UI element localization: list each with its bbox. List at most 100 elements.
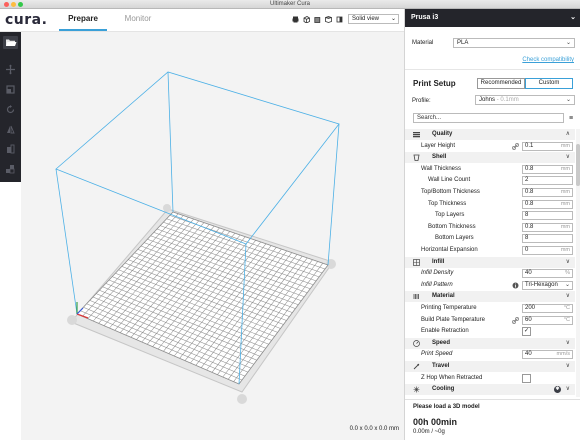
category-label: Material <box>432 293 455 300</box>
setting-value-input[interactable]: 0 mm <box>522 246 573 255</box>
setting-unit: mm <box>560 223 570 230</box>
load-model-message: Please load a 3D model <box>413 404 480 410</box>
category-travel[interactable]: Travel ∨ <box>405 361 575 372</box>
setting-label: Infill Density <box>421 270 454 277</box>
setting-unit: °C <box>563 316 570 323</box>
setting-value: 0.8 <box>525 200 534 207</box>
scrollbar-thumb[interactable] <box>576 144 580 186</box>
category-label: Cooling <box>432 386 455 393</box>
setting-value-input[interactable]: 40 mm/s <box>522 350 573 360</box>
category-cooling[interactable]: Cooling ✱ ∨ <box>405 384 575 396</box>
printer-selector[interactable]: Prusa i3 ⌄ <box>405 9 580 27</box>
setting-value-input[interactable]: 0.1 mm <box>522 141 573 151</box>
setting-label: Bottom Layers <box>435 235 474 242</box>
view-side-icon[interactable] <box>336 16 343 23</box>
tab-prepare[interactable]: Prepare <box>59 9 107 31</box>
setting-value-input[interactable]: 0.8 mm <box>522 222 573 232</box>
printer-icon[interactable] <box>292 16 299 23</box>
settings-search-input[interactable]: Search... <box>413 113 564 123</box>
profile-select[interactable]: Johns - 0.1mm ⌄ <box>475 95 575 105</box>
support-blocker-button[interactable] <box>3 163 18 176</box>
setting-label: Layer Height <box>421 142 456 149</box>
setting-unit: mm <box>560 142 570 149</box>
move-icon <box>6 64 15 75</box>
cura-logo: cura. <box>5 12 48 28</box>
setting-label: Build Plate Temperature <box>421 316 485 323</box>
open-file-button[interactable] <box>3 36 18 49</box>
setting-value: 40 <box>525 270 532 277</box>
setting-checkbox[interactable]: ✓ <box>522 327 531 337</box>
chevron-down-icon: ⌄ <box>564 281 570 288</box>
scale-tool-button[interactable] <box>3 83 18 96</box>
setting-enable-retraction: Enable Retraction ✓ <box>405 326 575 337</box>
settings-visibility-badge[interactable]: ✱ <box>554 386 561 394</box>
setting-label: Wall Thickness <box>421 165 462 172</box>
category-label: Travel <box>432 363 450 369</box>
chevron-icon: ∨ <box>565 293 570 300</box>
category-shell[interactable]: Shell ∨ <box>405 152 575 164</box>
setting-value: 8 <box>525 235 529 242</box>
infill-icon <box>413 258 420 266</box>
setting-value-input[interactable]: 0.8 mm <box>522 164 573 174</box>
setting-checkbox[interactable] <box>522 373 531 383</box>
setting-value-input[interactable]: 0.8 mm <box>522 188 573 197</box>
settings-scrollbar[interactable] <box>576 129 580 397</box>
setting-value-input[interactable]: 2 <box>522 176 573 186</box>
custom-mode-button[interactable]: Custom <box>525 78 573 89</box>
mirror-tool-button[interactable] <box>3 123 18 136</box>
setting-value-input[interactable]: 200 °C <box>522 304 573 313</box>
setting-label: Top/Bottom Thickness <box>421 189 480 195</box>
setting-top-bottom-thickness: Top/Bottom Thickness 0.8 mm <box>405 187 575 198</box>
chevron-icon: ∨ <box>565 258 570 265</box>
setting-infill-pattern: Infill Pattern Tri-Hexagon ⌄ <box>405 280 575 291</box>
category-quality[interactable]: Quality ∧ <box>405 129 575 140</box>
setting-label: Bottom Thickness <box>428 223 476 230</box>
setting-label: Z Hop When Retracted <box>421 374 483 381</box>
view-top-icon[interactable] <box>325 16 332 23</box>
category-label: Speed <box>432 339 451 346</box>
setting-value: 0 <box>525 247 529 253</box>
setting-unit: mm <box>560 247 570 253</box>
tab-monitor[interactable]: Monitor <box>112 9 164 31</box>
link-icon <box>512 316 519 324</box>
rotate-tool-button[interactable] <box>3 103 18 116</box>
setting-value-input[interactable]: 60 °C <box>522 315 573 325</box>
chevron-icon: ∨ <box>565 386 570 393</box>
move-tool-button[interactable] <box>3 63 18 76</box>
menu-icon[interactable]: ≡ <box>569 115 573 122</box>
material-select[interactable]: PLA ⌄ <box>453 38 575 48</box>
setting-value-input[interactable]: 8 <box>522 211 573 221</box>
model-dimensions: 0.0 x 0.0 x 0.0 mm <box>349 426 399 432</box>
chevron-icon: ∨ <box>565 363 570 369</box>
setting-value-input[interactable]: Tri-Hexagon ⌄ <box>522 280 573 290</box>
3d-viewport[interactable]: 0.0 x 0.0 x 0.0 mm <box>21 32 404 440</box>
setting-value-input[interactable]: 0.8 mm <box>522 199 573 209</box>
view-mode-value: Solid view <box>352 16 380 22</box>
setting-value-input[interactable]: 40% <box>522 269 573 279</box>
per-model-settings-button[interactable] <box>3 143 18 156</box>
view-front-icon[interactable] <box>314 16 321 23</box>
setting-printing-temperature: Printing Temperature 200 °C <box>405 303 575 314</box>
category-material[interactable]: Material ∨ <box>405 291 575 303</box>
setting-label: Horizontal Expansion <box>421 247 478 253</box>
setting-value-input[interactable]: 8 <box>522 234 573 244</box>
settings-panel: Prusa i3 ⌄ Material PLA ⌄ Check compatib… <box>404 9 580 440</box>
category-infill[interactable]: Infill ∨ <box>405 256 575 268</box>
setting-value: 40 <box>525 351 532 358</box>
category-label: Quality <box>432 131 453 137</box>
chevron-icon: ∨ <box>565 339 570 346</box>
view-3d-icon[interactable] <box>303 16 310 23</box>
recommended-mode-button[interactable]: Recommended <box>477 78 525 89</box>
chevron-icon: ∧ <box>565 131 570 137</box>
category-speed[interactable]: Speed ∨ <box>405 337 575 349</box>
category-label: Infill <box>432 258 445 265</box>
setting-value: 0.8 <box>525 165 534 172</box>
quality-icon <box>413 132 420 138</box>
mirror-icon <box>7 125 15 134</box>
chevron-down-icon: ⌄ <box>390 16 396 22</box>
setting-value: Tri-Hexagon <box>525 281 558 288</box>
info-icon[interactable] <box>512 282 519 289</box>
view-mode-select[interactable]: Solid view ⌄ <box>348 14 399 24</box>
material-icon <box>413 294 419 300</box>
check-compatibility-link[interactable]: Check compatibility <box>522 57 574 63</box>
